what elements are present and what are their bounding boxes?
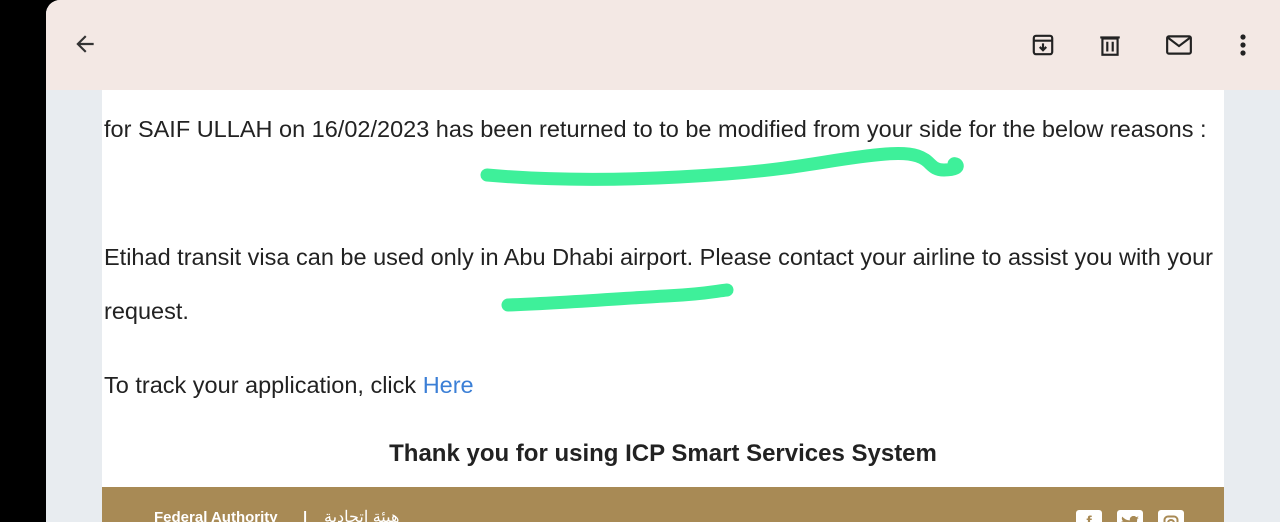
twitter-icon[interactable]: [1117, 510, 1143, 522]
thank-you-message: Thank you for using ICP Smart Services S…: [389, 440, 937, 467]
facebook-icon[interactable]: f: [1076, 510, 1102, 522]
track-application-paragraph: To track your application, click Here: [104, 358, 1214, 412]
envelope-icon: [1165, 32, 1193, 58]
arrow-left-icon: [72, 31, 98, 57]
footer-divider: |: [303, 509, 308, 522]
archive-button[interactable]: [1021, 23, 1065, 67]
track-text: To track your application, click: [104, 372, 423, 398]
footer-authority-label: Federal Authority: [154, 509, 278, 522]
archive-icon: [1030, 32, 1056, 58]
transit-visa-paragraph: Etihad transit visa can be used only in …: [104, 244, 1214, 324]
mark-unread-button[interactable]: [1157, 23, 1201, 67]
instagram-icon[interactable]: [1158, 510, 1184, 522]
returned-reason-paragraph: for SAIF ULLAH on 16/02/2023 has been re…: [104, 116, 1207, 142]
trash-icon: [1097, 32, 1123, 58]
more-vertical-icon: [1238, 32, 1248, 58]
delete-button[interactable]: [1088, 23, 1132, 67]
back-button[interactable]: [63, 22, 107, 66]
phone-screen: for SAIF ULLAH on 16/02/2023 has been re…: [46, 0, 1280, 522]
email-message-body: for SAIF ULLAH on 16/02/2023 has been re…: [102, 90, 1224, 522]
top-app-bar: [46, 0, 1280, 90]
more-options-button[interactable]: [1221, 23, 1265, 67]
here-link[interactable]: Here: [423, 372, 474, 398]
footer-arabic-label: هيئة اتحادية: [324, 509, 400, 522]
email-footer-banner: Federal Authority | هيئة اتحادية f: [102, 487, 1224, 522]
